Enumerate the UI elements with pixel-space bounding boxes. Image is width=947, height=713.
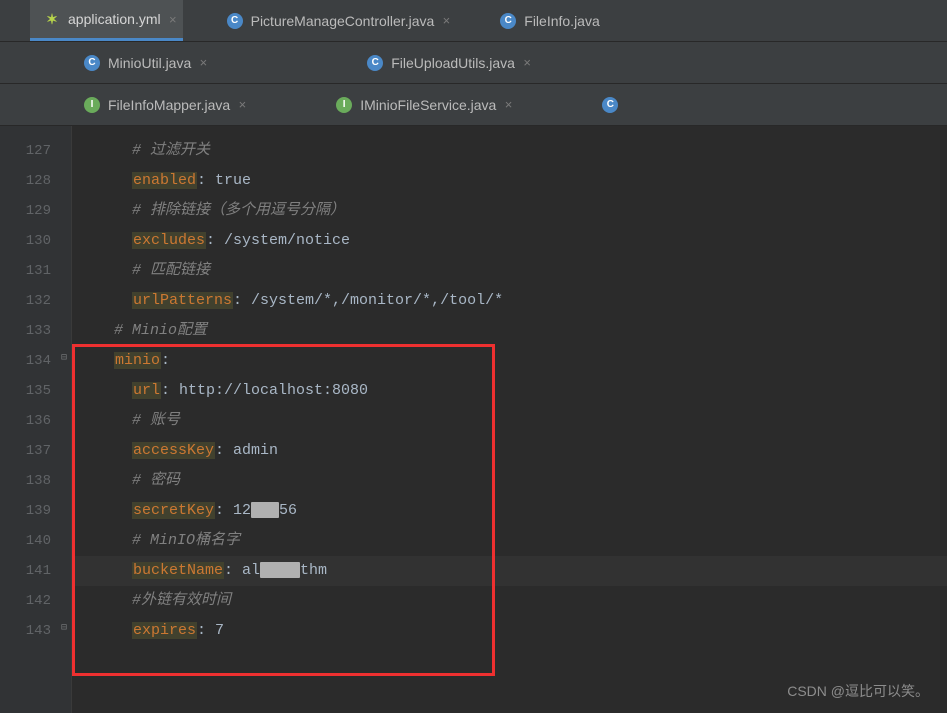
code-line[interactable]: excludes: /system/notice <box>72 226 947 256</box>
yaml-comment: # 账号 <box>132 412 180 429</box>
tab-label: FileUploadUtils.java <box>391 55 515 71</box>
code-line[interactable]: # MinIO桶名字 <box>72 526 947 556</box>
yaml-value: : <box>161 352 170 369</box>
yaml-value: : al <box>224 562 260 579</box>
yaml-comment: # 排除链接（多个用逗号分隔） <box>132 202 345 219</box>
close-icon[interactable]: × <box>169 12 177 27</box>
tab-label: FileInfoMapper.java <box>108 97 230 113</box>
tab-application-yml[interactable]: application.yml × <box>30 0 183 41</box>
code-line[interactable]: secretKey: 12 56 <box>72 496 947 526</box>
yaml-key: url <box>132 382 161 399</box>
yaml-comment: # Minio配置 <box>114 322 207 339</box>
close-icon[interactable]: × <box>443 13 451 28</box>
java-interface-icon <box>84 97 100 113</box>
tab-label: PictureManageController.java <box>251 13 435 29</box>
tab-miniutil[interactable]: MinioUtil.java × <box>70 42 213 83</box>
tab-fileuploadutils[interactable]: FileUploadUtils.java × <box>353 42 537 83</box>
yaml-comment: # 匹配链接 <box>132 262 210 279</box>
code-line[interactable]: # 密码 <box>72 466 947 496</box>
fold-open-icon[interactable]: ⊟ <box>59 354 69 364</box>
fold-close-icon[interactable]: ⊟ <box>59 624 69 634</box>
yaml-key: expires <box>132 622 197 639</box>
tab-spacer <box>456 0 486 41</box>
yml-icon <box>44 11 60 27</box>
tab-label: IMinioFileService.java <box>360 97 496 113</box>
code-line[interactable]: # 排除链接（多个用逗号分隔） <box>72 196 947 226</box>
code-line[interactable]: expires: 7 <box>72 616 947 646</box>
yaml-value: : /system/notice <box>206 232 350 249</box>
tab-spacer <box>183 0 213 41</box>
tab-fileinfomapper[interactable]: FileInfoMapper.java × <box>70 84 252 125</box>
code-line[interactable]: #外链有效时间 <box>72 586 947 616</box>
tab-label: MinioUtil.java <box>108 55 191 71</box>
code-editor[interactable]: 127 128 129 130 131 132 133 134 135 136 … <box>0 126 947 713</box>
yaml-key: excludes <box>132 232 206 249</box>
tab-spacer <box>252 84 322 125</box>
yaml-comment: #外链有效时间 <box>132 592 231 609</box>
yaml-key: secretKey <box>132 502 215 519</box>
tab-spacer <box>0 42 70 83</box>
tab-spacer <box>0 0 30 41</box>
tab-bar: application.yml × PictureManageControlle… <box>0 0 947 126</box>
code-line[interactable]: minio: <box>72 346 947 376</box>
yaml-value: thm <box>300 562 327 579</box>
yaml-value: : 12 <box>215 502 251 519</box>
yaml-comment: # 过滤开关 <box>132 142 210 159</box>
tab-row-2: MinioUtil.java × FileUploadUtils.java × <box>0 42 947 84</box>
yaml-value: : admin <box>215 442 278 459</box>
fold-column: ⊟ ⊟ <box>57 126 71 713</box>
code-line[interactable]: url: http://localhost:8080 <box>72 376 947 406</box>
close-icon[interactable]: × <box>239 97 247 112</box>
yaml-key: minio <box>114 352 161 369</box>
yaml-key: accessKey <box>132 442 215 459</box>
java-class-icon <box>367 55 383 71</box>
tab-iminiofileservice[interactable]: IMinioFileService.java × <box>322 84 518 125</box>
yaml-value: : 7 <box>197 622 224 639</box>
java-class-icon <box>602 97 618 113</box>
line-number-gutter: 127 128 129 130 131 132 133 134 135 136 … <box>0 126 72 713</box>
yaml-comment: # 密码 <box>132 472 180 489</box>
yaml-value: : /system/*,/monitor/*,/tool/* <box>233 292 503 309</box>
yaml-key: urlPatterns <box>132 292 233 309</box>
tab-row-3: FileInfoMapper.java × IMinioFileService.… <box>0 84 947 126</box>
watermark-text: CSDN @逗比可以笑。 <box>787 681 929 701</box>
close-icon[interactable]: × <box>200 55 208 70</box>
java-class-icon <box>500 13 516 29</box>
code-line[interactable]: urlPatterns: /system/*,/monitor/*,/tool/… <box>72 286 947 316</box>
code-line[interactable]: enabled: true <box>72 166 947 196</box>
tab-label: FileInfo.java <box>524 13 599 29</box>
java-interface-icon <box>336 97 352 113</box>
tab-spacer <box>213 42 353 83</box>
java-class-icon <box>227 13 243 29</box>
code-line[interactable]: # 匹配链接 <box>72 256 947 286</box>
close-icon[interactable]: × <box>505 97 513 112</box>
tab-row-1: application.yml × PictureManageControlle… <box>0 0 947 42</box>
redacted-text <box>251 502 279 518</box>
yaml-value: 56 <box>279 502 297 519</box>
tab-spacer <box>518 84 588 125</box>
tab-fileinfo[interactable]: FileInfo.java <box>486 0 621 41</box>
tab-picturemanagecontroller[interactable]: PictureManageController.java × <box>213 0 457 41</box>
code-area[interactable]: # 过滤开关 enabled: true # 排除链接（多个用逗号分隔） exc… <box>72 126 947 713</box>
code-line[interactable]: accessKey: admin <box>72 436 947 466</box>
tab-spacer <box>0 84 70 125</box>
yaml-key: bucketName <box>132 562 224 579</box>
code-line[interactable]: # 账号 <box>72 406 947 436</box>
yaml-value: : true <box>197 172 251 189</box>
tab-extra-partial[interactable] <box>588 84 618 125</box>
tab-label: application.yml <box>68 11 161 27</box>
close-icon[interactable]: × <box>523 55 531 70</box>
code-line[interactable]: bucketName: al thm <box>72 556 947 586</box>
yaml-comment: # MinIO桶名字 <box>132 532 240 549</box>
code-line[interactable]: # Minio配置 <box>72 316 947 346</box>
yaml-value: : http://localhost:8080 <box>161 382 368 399</box>
redacted-text <box>260 562 300 578</box>
code-line[interactable]: # 过滤开关 <box>72 136 947 166</box>
java-class-icon <box>84 55 100 71</box>
yaml-key: enabled <box>132 172 197 189</box>
